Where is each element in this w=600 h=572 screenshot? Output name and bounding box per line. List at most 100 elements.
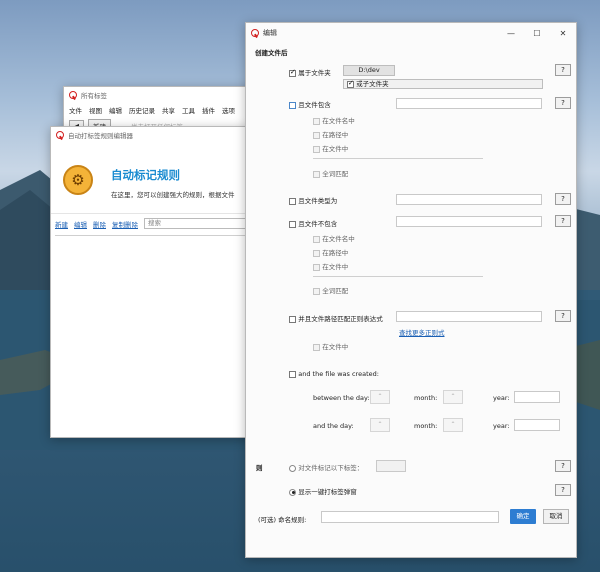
contains-opt-file: 在文件中 (313, 143, 348, 153)
contains-checkbox[interactable] (289, 101, 296, 109)
help-button[interactable]: ? (555, 64, 571, 76)
menu-plugins[interactable]: 插件 (202, 105, 215, 115)
created-row: and the file was created: (289, 370, 379, 378)
not-contains-input[interactable] (396, 216, 542, 227)
menu-bar: 文件 视图 编辑 历史记录 共享 工具 插件 选项 (64, 103, 262, 117)
not-contains-filename-label: 在文件名中 (322, 235, 355, 243)
end-month-spinner[interactable]: ⌃ (443, 418, 463, 432)
not-contains-row: 且文件不包含 (289, 218, 337, 228)
ok-button[interactable]: 确定 (510, 509, 536, 524)
regex-label: 并且文件路径匹配正则表达式 (298, 315, 383, 323)
tag-with-radio[interactable] (289, 464, 296, 472)
popup-radio[interactable] (289, 488, 296, 496)
regex-checkbox[interactable] (289, 315, 296, 323)
rules-list[interactable] (55, 235, 249, 431)
regex-file-checkbox[interactable] (313, 343, 320, 351)
edit-rule-link[interactable]: 编辑 (74, 219, 87, 229)
window-title: 自动打标签规则编辑器 (68, 132, 133, 140)
help-button[interactable]: ? (555, 193, 571, 205)
not-contains-opt-filename: 在文件名中 (313, 233, 355, 243)
rules-heading: 自动标记规则 (111, 168, 180, 182)
menu-view[interactable]: 视图 (89, 105, 102, 115)
contains-input[interactable] (396, 98, 542, 109)
end-year-input[interactable] (514, 419, 560, 431)
find-more-regex-link[interactable]: 查找更多正则式 (399, 327, 445, 337)
gear-tag-icon: ⚙ (63, 165, 93, 195)
not-contains-filename-checkbox[interactable] (313, 235, 320, 243)
menu-history[interactable]: 历史记录 (129, 105, 155, 115)
contains-whole-word: 全词匹配 (313, 168, 348, 178)
auto-tag-rules-window[interactable]: 自动打标签规则编辑器 ⚙ 自动标记规则 在这里，您可以创建强大的规则，根据文件 … (50, 126, 254, 438)
not-contains-whole-checkbox[interactable] (313, 287, 320, 295)
contains-file-checkbox[interactable] (313, 145, 320, 153)
help-button[interactable]: ? (555, 215, 571, 227)
belongs-folder-row: 属于文件夹 (289, 67, 331, 77)
file-type-checkbox[interactable] (289, 197, 296, 205)
delete-rule-link[interactable]: 删除 (93, 219, 106, 229)
rule-name-input[interactable] (321, 511, 499, 523)
menu-share[interactable]: 共享 (162, 105, 175, 115)
contains-filename-label: 在文件名中 (322, 117, 355, 125)
not-contains-whole-word: 全词匹配 (313, 285, 348, 295)
window-title: 所有标签 (81, 92, 107, 100)
folder-path-button[interactable]: D:\dev (343, 65, 395, 76)
divider (313, 276, 483, 277)
not-contains-path-checkbox[interactable] (313, 249, 320, 257)
start-month-label: month: (414, 394, 438, 402)
contains-path-label: 在路径中 (322, 131, 349, 139)
regex-opt-file: 在文件中 (313, 341, 348, 351)
help-button[interactable]: ? (555, 310, 571, 322)
all-tags-titlebar: 所有标签 (64, 87, 262, 103)
contains-whole-label: 全词匹配 (322, 170, 349, 178)
not-contains-file-label: 在文件中 (322, 263, 349, 271)
rule-name-label: (可选) 命名规则: (258, 516, 307, 524)
subfolder-checkbox[interactable] (347, 79, 354, 88)
not-contains-file-checkbox[interactable] (313, 263, 320, 271)
rules-actions: 新建 编辑 删除 复制删除 搜索 (51, 213, 253, 233)
contains-whole-checkbox[interactable] (313, 170, 320, 178)
end-year-label: year: (493, 422, 510, 430)
cancel-button[interactable]: 取消 (543, 509, 569, 524)
contains-opt-filename: 在文件名中 (313, 115, 355, 125)
regex-file-label: 在文件中 (322, 343, 349, 351)
belongs-folder-label: 属于文件夹 (298, 69, 331, 77)
regex-input[interactable] (396, 311, 542, 322)
popup-label: 显示一键打标签弹窗 (298, 488, 357, 496)
help-button[interactable]: ? (555, 484, 571, 496)
copy-delete-link[interactable]: 复制删除 (112, 219, 138, 229)
not-contains-opt-path: 在路径中 (313, 247, 348, 257)
help-button[interactable]: ? (555, 460, 571, 472)
rules-search-input[interactable]: 搜索 (144, 218, 249, 229)
edit-rule-dialog[interactable]: 编辑 — ☐ ✕ 创建文件后 属于文件夹 D:\dev 或子文件夹 ? 且文件包… (245, 22, 577, 558)
start-day-spinner[interactable]: ⌃ (370, 390, 390, 404)
app-logo-icon (56, 131, 64, 139)
popup-option: 显示一键打标签弹窗 (289, 486, 357, 496)
menu-tools[interactable]: 工具 (182, 105, 195, 115)
new-rule-link[interactable]: 新建 (55, 219, 68, 229)
contains-path-checkbox[interactable] (313, 131, 320, 139)
tags-input[interactable] (376, 460, 406, 472)
not-contains-checkbox[interactable] (289, 220, 296, 228)
end-day-spinner[interactable]: ⌃ (370, 418, 390, 432)
between-day-label: between the day: (313, 394, 370, 402)
contains-label: 且文件包含 (298, 101, 331, 109)
not-contains-path-label: 在路径中 (322, 249, 349, 257)
subfolder-option: 或子文件夹 (343, 79, 543, 89)
file-type-input[interactable] (396, 194, 542, 205)
help-button[interactable]: ? (555, 97, 571, 109)
maximize-icon[interactable]: ☐ (524, 29, 550, 38)
minimize-icon[interactable]: — (498, 29, 524, 38)
contains-filename-checkbox[interactable] (313, 117, 320, 125)
belongs-folder-checkbox[interactable] (289, 68, 296, 77)
created-checkbox[interactable] (289, 370, 296, 378)
menu-edit[interactable]: 编辑 (109, 105, 122, 115)
rules-titlebar: 自动打标签规则编辑器 (51, 127, 253, 143)
close-icon[interactable]: ✕ (550, 29, 576, 38)
contains-file-label: 在文件中 (322, 145, 349, 153)
start-month-spinner[interactable]: ⌃ (443, 390, 463, 404)
start-year-input[interactable] (514, 391, 560, 403)
menu-options[interactable]: 选项 (222, 105, 235, 115)
tag-with-label: 对文件标记以下标签： (298, 464, 364, 472)
menu-file[interactable]: 文件 (69, 105, 82, 115)
created-label: and the file was created: (298, 370, 379, 378)
